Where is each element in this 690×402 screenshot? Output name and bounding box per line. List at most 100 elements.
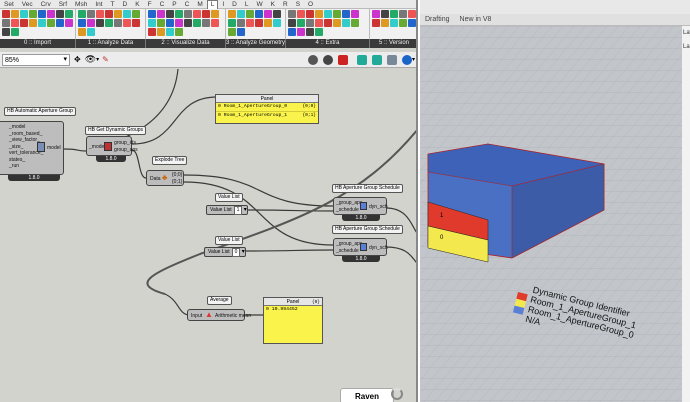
component-icon[interactable] — [65, 10, 73, 18]
component-icon[interactable] — [78, 19, 86, 27]
component-icon[interactable] — [333, 10, 341, 18]
component-icon[interactable] — [288, 19, 296, 27]
component-icon[interactable] — [246, 19, 254, 27]
component-icon[interactable] — [273, 19, 281, 27]
component-icon[interactable] — [148, 10, 156, 18]
tab-p[interactable]: P — [168, 1, 180, 8]
tab-f[interactable]: F — [144, 1, 156, 8]
component-icon[interactable] — [157, 10, 165, 18]
component-icon[interactable] — [87, 28, 95, 36]
output-branch-0[interactable]: {0;0} — [172, 172, 182, 178]
ribbon-group-visualize-data[interactable] — [146, 9, 226, 39]
component-icon[interactable] — [315, 28, 323, 36]
component-icon[interactable] — [333, 19, 341, 27]
tab-srf[interactable]: Srf — [55, 1, 71, 8]
component-icon[interactable] — [114, 10, 122, 18]
tab-crv[interactable]: Crv — [37, 1, 55, 8]
tab-o[interactable]: O — [304, 1, 317, 8]
value-list-selected[interactable]: 0 — [231, 248, 241, 257]
group-label-visualize-data[interactable]: 2 :: Visualize Data — [146, 39, 226, 48]
average-component[interactable]: Input ▲ Arithmetic mean — [187, 309, 251, 321]
gh-canvas[interactable]: HB Automatic Aperture Group _model _room… — [0, 69, 416, 402]
tab-new-in-v8[interactable]: New in V8 — [455, 14, 497, 25]
output-dyn-sch[interactable]: dyn_sch — [369, 245, 388, 251]
group-label-analyze-geometry[interactable]: 3 :: Analyze Geometry — [226, 39, 286, 48]
component-icon[interactable] — [105, 10, 113, 18]
ribbon-group-version[interactable] — [370, 9, 416, 39]
component-icon[interactable] — [87, 10, 95, 18]
chevron-down-icon[interactable]: ▾ — [244, 207, 247, 213]
component-icon[interactable] — [56, 19, 64, 27]
aperture-group-component[interactable]: _model _room_based_ _view_factor_ _size_… — [0, 121, 64, 175]
component-icon[interactable] — [306, 10, 314, 18]
ribbon-group-import[interactable] — [0, 9, 76, 39]
component-icon[interactable] — [11, 19, 19, 27]
component-icon[interactable] — [408, 19, 416, 27]
component-icon[interactable] — [184, 10, 192, 18]
schedule-component-2[interactable]: _group_aps _schedule dyn_sch — [333, 238, 388, 256]
input-group-aps[interactable]: _group_aps — [336, 200, 362, 206]
component-icon[interactable] — [246, 10, 254, 18]
output-group-ids[interactable]: group_ids — [114, 140, 136, 146]
help-icon[interactable] — [401, 54, 412, 65]
component-icon[interactable] — [288, 10, 296, 18]
component-icon[interactable] — [2, 10, 10, 18]
component-icon[interactable] — [166, 28, 174, 36]
component-icon[interactable] — [193, 19, 201, 27]
value-list-1[interactable]: Value List 1 ▾ — [206, 205, 248, 215]
component-icon[interactable] — [148, 19, 156, 27]
tab-c[interactable]: C — [156, 1, 169, 8]
sketch-icon[interactable] — [386, 54, 397, 65]
component-icon[interactable] — [132, 19, 140, 27]
component-icon[interactable] — [342, 19, 350, 27]
tab-l[interactable]: L — [206, 0, 219, 9]
component-icon[interactable] — [29, 19, 37, 27]
panel-average[interactable]: Panel {0} 0 10.994452 — [263, 297, 323, 344]
component-icon[interactable] — [390, 19, 398, 27]
component-icon[interactable] — [175, 10, 183, 18]
ribbon-group-analyze-geometry[interactable] — [226, 9, 286, 39]
component-icon[interactable] — [255, 19, 263, 27]
component-icon[interactable] — [2, 19, 10, 27]
component-icon[interactable] — [56, 10, 64, 18]
component-icon[interactable] — [166, 10, 174, 18]
component-icon[interactable] — [390, 10, 398, 18]
component-icon[interactable] — [399, 19, 407, 27]
component-icon[interactable] — [114, 19, 122, 27]
group-label-analyze-data[interactable]: 1 :: Analyze Data — [76, 39, 146, 48]
tab-m[interactable]: M — [193, 1, 206, 8]
component-icon[interactable] — [11, 10, 19, 18]
tab-t[interactable]: T — [107, 1, 119, 8]
component-icon[interactable] — [297, 19, 305, 27]
tab-vec[interactable]: Vec — [18, 1, 37, 8]
component-icon[interactable] — [324, 10, 332, 18]
explode-tree-component[interactable]: Data ♣ {0;0} {0;1} — [146, 170, 184, 186]
component-icon[interactable] — [96, 10, 104, 18]
input-schedule[interactable]: _schedule — [336, 248, 359, 254]
output-group-aps[interactable]: group_aps — [114, 147, 138, 153]
component-icon[interactable] — [315, 10, 323, 18]
chevron-down-icon[interactable]: ▾ — [242, 249, 245, 255]
panel-group-ids[interactable]: Panel {0;0} 0 Room_1_ApertureGroup_0 {0;1… — [215, 94, 319, 124]
input-model[interactable]: _model — [89, 144, 105, 150]
component-icon[interactable] — [157, 28, 165, 36]
preview-shaded-icon[interactable] — [322, 54, 333, 65]
component-icon[interactable] — [20, 19, 28, 27]
preview-wire-icon[interactable] — [307, 54, 318, 65]
chevron-down-icon[interactable]: ▾ — [412, 56, 415, 63]
tab-int[interactable]: Int — [91, 1, 106, 8]
group-label-import[interactable]: 0 :: Import — [0, 39, 76, 48]
component-icon[interactable] — [123, 10, 131, 18]
component-icon[interactable] — [381, 19, 389, 27]
input-schedule[interactable]: _schedule — [336, 207, 359, 213]
component-icon[interactable] — [342, 10, 350, 18]
ribbon-group-extra[interactable] — [286, 9, 370, 39]
schedule-component-1[interactable]: _group_aps _schedule dyn_sch — [333, 197, 388, 215]
value-list-0[interactable]: Value List 0 ▾ — [204, 247, 246, 257]
component-icon[interactable] — [297, 10, 305, 18]
value-list-selected[interactable]: 1 — [233, 206, 243, 215]
component-icon[interactable] — [38, 10, 46, 18]
component-icon[interactable] — [381, 10, 389, 18]
component-icon[interactable] — [273, 10, 281, 18]
tab-w[interactable]: W — [253, 1, 267, 8]
